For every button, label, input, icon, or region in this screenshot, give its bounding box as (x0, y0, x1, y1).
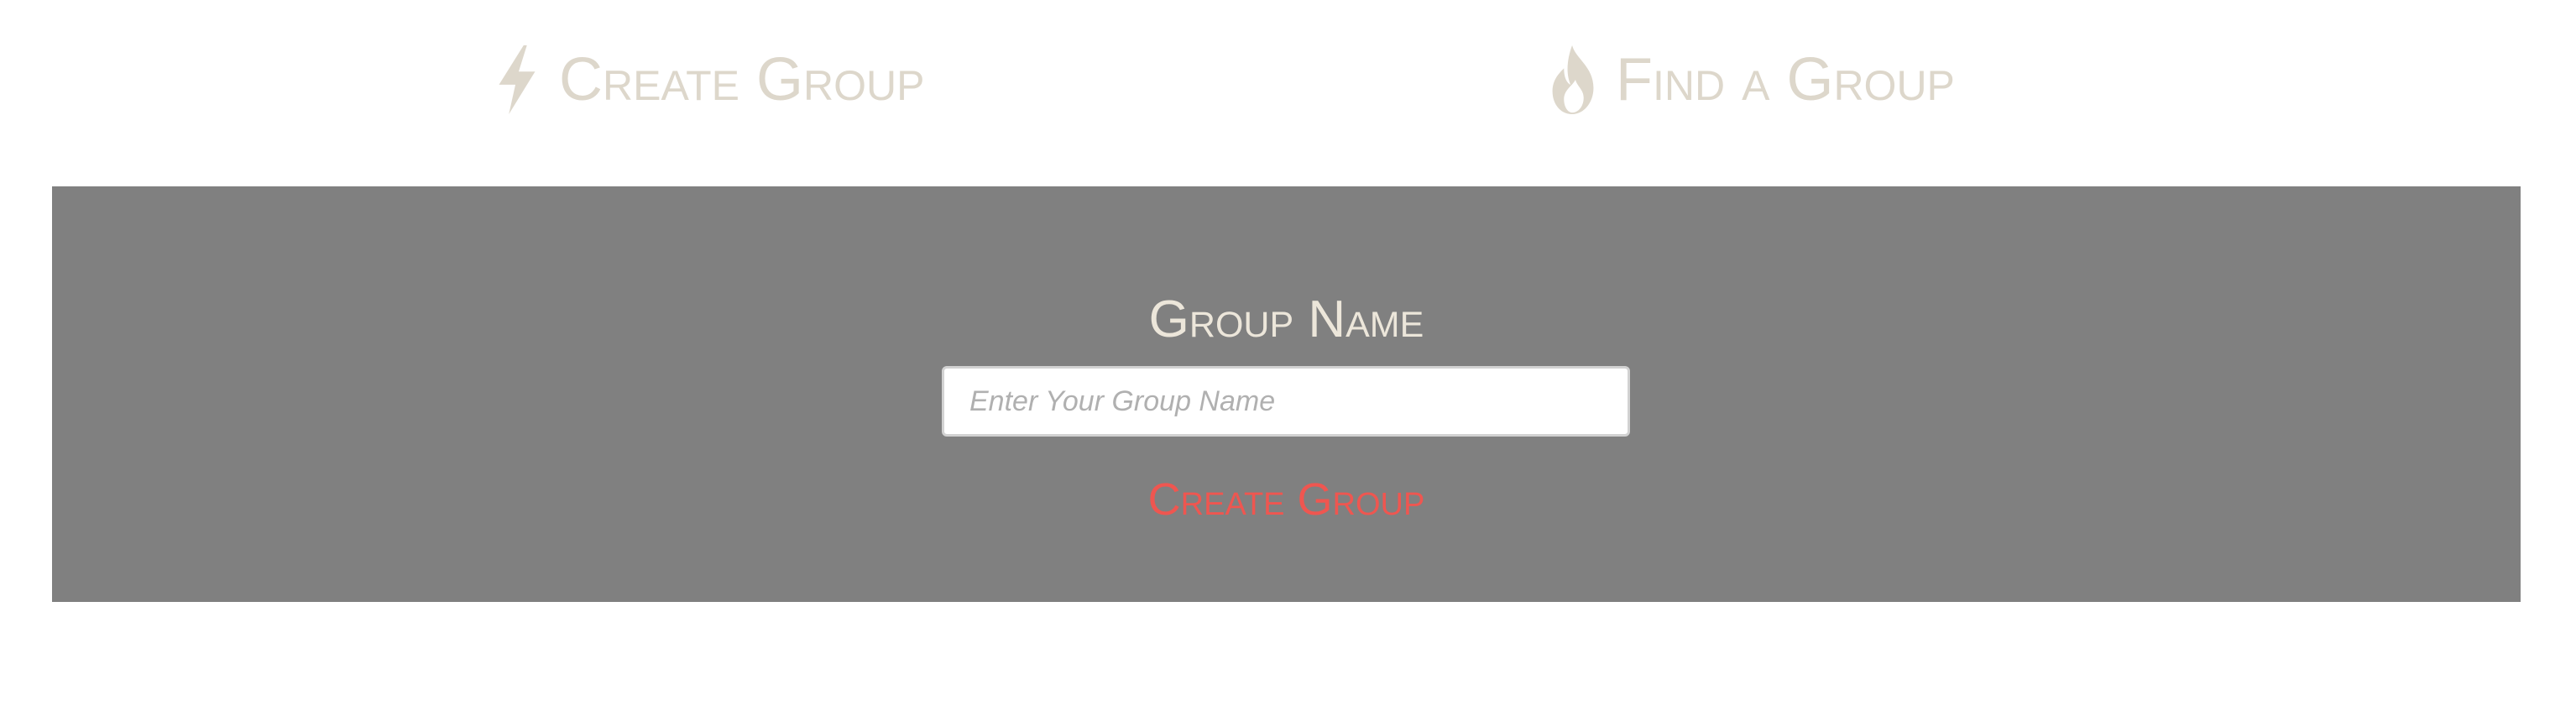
create-group-panel: Group Name Create Group (52, 186, 2521, 602)
top-navigation: Create Group Find a Group (0, 0, 2576, 160)
nav-find-group[interactable]: Find a Group (1547, 34, 1955, 126)
nav-create-group-label: Create Group (559, 46, 925, 113)
bolt-icon (490, 44, 544, 116)
fire-icon (1547, 44, 1601, 116)
nav-find-group-label: Find a Group (1616, 46, 1955, 113)
group-name-input[interactable] (942, 366, 1630, 437)
create-group-button[interactable]: Create Group (52, 470, 2521, 529)
group-name-heading: Group Name (1148, 290, 1424, 348)
nav-create-group[interactable]: Create Group (490, 34, 924, 126)
